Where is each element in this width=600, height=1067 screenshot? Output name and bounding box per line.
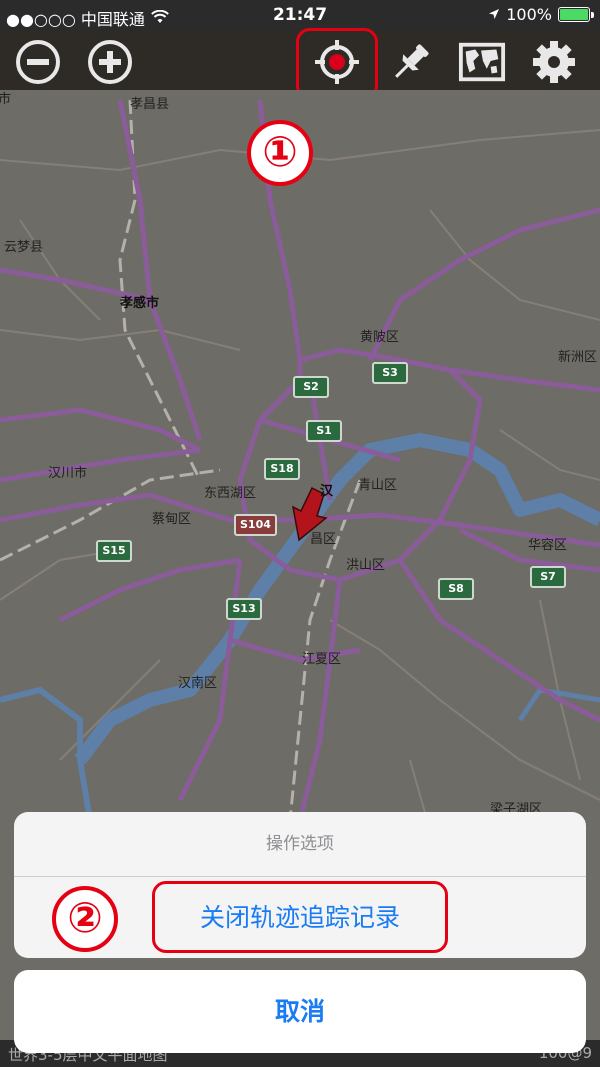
map-label: 孝昌县 — [130, 97, 170, 112]
highway-shield: S13 — [226, 598, 262, 620]
zoom-in-button[interactable] — [86, 38, 134, 86]
pin-button[interactable] — [387, 38, 435, 86]
pushpin-icon — [395, 44, 429, 78]
status-right: 100% — [488, 5, 594, 24]
plus-circle-icon — [88, 40, 132, 84]
action-highlight-box — [152, 881, 448, 953]
battery-percent: 100% — [506, 5, 552, 24]
map-label: 江夏区 — [302, 652, 342, 667]
cancel-button[interactable]: 取消 — [14, 970, 586, 1053]
highway-shield: S15 — [96, 540, 132, 562]
battery-icon — [558, 7, 594, 22]
map-label: 新洲区 — [558, 350, 598, 365]
map-label: 黄陂区 — [360, 330, 400, 345]
status-bar: ●●○○○ 中国联通 21:47 100% — [0, 0, 600, 30]
map-label: 孝感市 — [120, 296, 160, 311]
map-label: 昌区 — [310, 532, 337, 547]
minus-circle-icon — [16, 40, 60, 84]
highway-shield: S18 — [264, 458, 300, 480]
highway-shield: S104 — [234, 514, 277, 536]
highway-shield: S2 — [293, 376, 329, 398]
map-label: 蔡甸区 — [152, 512, 192, 527]
screen: ●●○○○ 中国联通 21:47 100% 市 孝昌县 云梦县 孝感市 黄陂区 … — [0, 0, 600, 1067]
world-map-icon — [458, 42, 506, 82]
map-label: 华容区 — [528, 538, 568, 553]
settings-button[interactable] — [530, 38, 578, 86]
map-label: 汉南区 — [178, 676, 218, 691]
map-label: 云梦县 — [4, 240, 44, 255]
map-layers-button[interactable] — [458, 38, 506, 86]
step-2-badge: ② — [52, 886, 118, 952]
zoom-out-button[interactable] — [14, 38, 62, 86]
highway-shield: S8 — [438, 578, 474, 600]
location-arrow-icon — [488, 5, 500, 24]
highway-shield: S7 — [530, 566, 566, 588]
step-1-badge: ① — [247, 120, 313, 186]
map-label: 市 — [0, 92, 12, 107]
map-label: 洪山区 — [346, 558, 386, 573]
map-label: 汉 — [320, 484, 334, 499]
action-sheet-title: 操作选项 — [14, 812, 586, 877]
gear-icon — [533, 41, 575, 83]
highway-shield: S1 — [306, 420, 342, 442]
highway-shield: S3 — [372, 362, 408, 384]
map-label: 汉川市 — [48, 466, 88, 481]
map-label: 东西湖区 — [204, 486, 257, 501]
map-label: 青山区 — [358, 478, 398, 493]
